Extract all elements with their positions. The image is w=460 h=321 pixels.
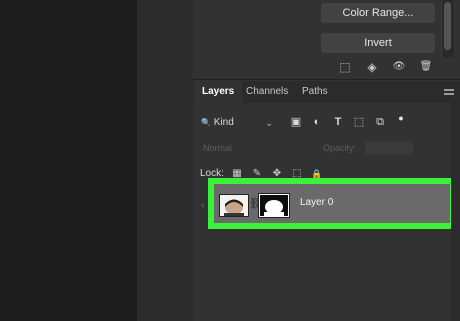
adjustment-layer-filter-icon[interactable]: ◐ <box>310 115 324 129</box>
load-channel-selection-icon[interactable]: ◈ <box>364 59 380 75</box>
trash-icon[interactable]: 🗑 <box>418 59 434 75</box>
upper-scrollbar[interactable] <box>441 0 454 58</box>
search-icon: 🔍 <box>201 118 211 127</box>
tab-channels[interactable]: Channels <box>246 81 288 103</box>
tab-layers[interactable]: Layers <box>194 81 243 103</box>
invert-button[interactable]: Invert <box>321 33 435 53</box>
marquee-selection-icon[interactable]: ⬚ <box>337 59 353 75</box>
select-mask-panel: Color Range... Invert ⬚ ◈ 👁 🗑 <box>193 0 439 78</box>
pixel-layer-filter-icon[interactable]: ▣ <box>289 115 303 129</box>
color-range-button[interactable]: Color Range... <box>321 3 435 23</box>
layer-row[interactable]: ⛓ Layer 0 <box>214 184 450 223</box>
filter-toggle-dot-icon[interactable]: ● <box>394 111 408 125</box>
kind-label: Kind <box>213 117 234 128</box>
shape-layer-filter-icon[interactable]: ⬚ <box>352 115 366 129</box>
panel-menu-icon[interactable] <box>444 89 454 95</box>
type-layer-filter-icon[interactable]: T <box>331 115 345 129</box>
smart-object-filter-icon[interactable]: ⧉ <box>373 115 387 129</box>
layer-visibility-eye-icon[interactable]: ‹ <box>201 200 204 211</box>
visibility-eye-icon[interactable]: 👁 <box>391 59 407 75</box>
lower-scrollbar[interactable] <box>451 103 460 321</box>
opacity-input[interactable] <box>365 141 413 155</box>
layer-thumbnail[interactable] <box>219 194 249 217</box>
layer-mask-thumbnail[interactable] <box>258 193 290 218</box>
layer-name[interactable]: Layer 0 <box>300 197 333 208</box>
panel-divider <box>193 79 460 80</box>
opacity-label: Opacity: <box>323 143 357 153</box>
chevron-down-icon: ⌄ <box>265 118 273 128</box>
tab-paths[interactable]: Paths <box>302 81 328 103</box>
scrollbar-thumb[interactable] <box>444 2 451 50</box>
layers-panel: Color Range... Invert ⬚ ◈ 👁 🗑 Layers Cha… <box>193 0 460 321</box>
panel-tabs: Layers Channels Paths <box>193 81 460 103</box>
layer-highlight-frame: ⛓ Layer 0 <box>208 178 457 229</box>
canvas-area <box>137 0 193 321</box>
kind-filter-select[interactable]: 🔍 Kind ⌄ <box>201 113 277 133</box>
blend-mode-select[interactable]: Normal <box>203 143 232 153</box>
canvas-dark-area <box>0 0 137 321</box>
